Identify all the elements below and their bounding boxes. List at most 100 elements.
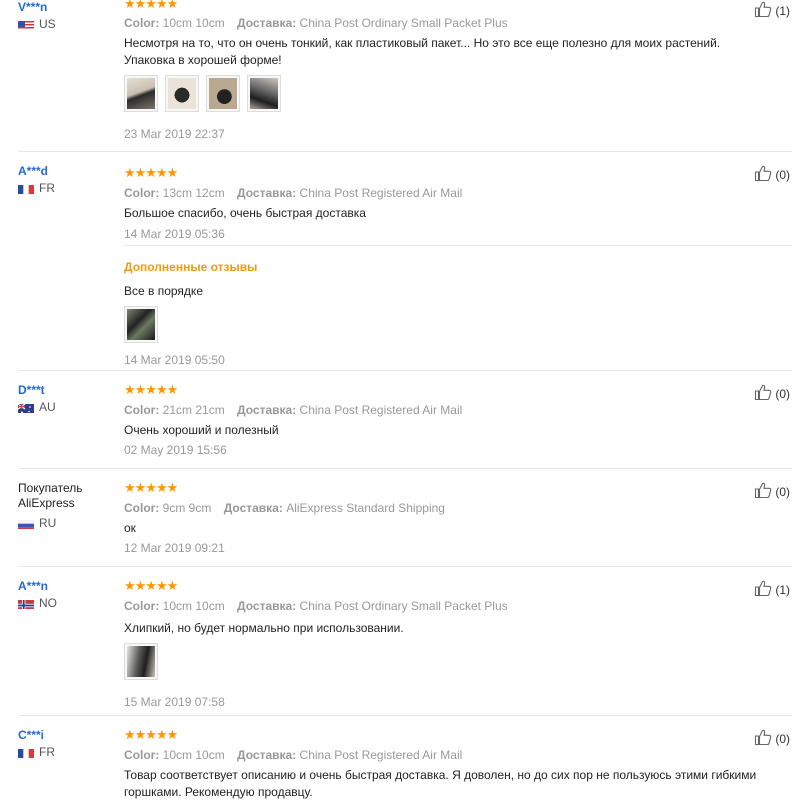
delivery-value: AliExpress Standard Shipping	[286, 501, 445, 515]
color-value: 13cm 12cm	[162, 186, 225, 200]
delivery-label: Доставка:	[237, 16, 297, 30]
review-meta: Color: 10cm 10cm Доставка: China Post Or…	[124, 599, 764, 613]
review-text: ок	[124, 521, 136, 535]
reviewer-name-link[interactable]: A***d	[18, 164, 114, 178]
review-text: Хлипкий, но будет нормально при использо…	[124, 621, 404, 635]
review-divider	[18, 566, 792, 567]
review-date: 15 Mar 2019 07:58	[124, 695, 225, 709]
reviewer-info: A***n NO	[18, 579, 114, 610]
helpful-count: (0)	[775, 386, 790, 401]
review-photos	[124, 643, 764, 680]
reviewer-name: Покупатель AliExpress	[18, 481, 83, 510]
additional-review-text: Все в порядке	[124, 284, 203, 298]
country-code: RU	[39, 516, 57, 530]
review-date: 12 Mar 2019 09:21	[124, 541, 225, 555]
reviewer-country: AU	[18, 400, 114, 414]
rating-stars: ★★★★★	[124, 578, 178, 593]
review-content: ★★★★★ Color: 10cm 10cm Доставка: China P…	[124, 579, 764, 709]
country-code: FR	[39, 181, 55, 195]
thumbs-up-icon	[754, 0, 775, 21]
helpful-count: (1)	[775, 3, 790, 18]
review-divider	[18, 370, 792, 371]
review-date: 14 Mar 2019 05:36	[124, 227, 225, 241]
review-text: Несмотря на то, что он очень тонкий, как…	[124, 36, 721, 67]
country-code: FR	[39, 745, 55, 759]
color-label: Color:	[124, 748, 160, 762]
helpful-count: (0)	[775, 484, 790, 499]
review-divider	[18, 715, 792, 716]
au-flag-icon	[18, 402, 34, 413]
review-meta: Color: 10cm 10cm Доставка: China Post Or…	[124, 16, 764, 30]
country-code: AU	[39, 400, 56, 414]
helpful-button[interactable]: (0)	[754, 728, 790, 749]
review-date: 02 May 2019 15:56	[124, 443, 227, 457]
rating-stars: ★★★★★	[124, 382, 178, 397]
helpful-button[interactable]: (0)	[754, 481, 790, 502]
delivery-value: China Post Registered Air Mail	[299, 186, 463, 200]
reviewer-info: A***d FR	[18, 164, 114, 195]
helpful-button[interactable]: (0)	[754, 164, 790, 185]
thumbs-up-icon	[754, 481, 775, 502]
reviewer-info: Покупатель AliExpress RU	[18, 481, 114, 530]
delivery-value: China Post Registered Air Mail	[299, 748, 463, 762]
review-text: Товар соответствует описанию и очень быс…	[124, 768, 757, 799]
helpful-button[interactable]: (0)	[754, 383, 790, 404]
review-meta: Color: 9cm 9cm Доставка: AliExpress Stan…	[124, 501, 764, 515]
reviewer-country: US	[18, 17, 114, 31]
thumbs-up-icon	[754, 579, 775, 600]
review-text: Очень хороший и полезный	[124, 423, 279, 437]
delivery-value: China Post Ordinary Small Packet Plus	[299, 16, 508, 30]
review-photo-thumbnail[interactable]	[206, 75, 240, 112]
color-label: Color:	[124, 186, 160, 200]
review-content: ★★★★★ Color: 10cm 10cm Доставка: China P…	[124, 728, 764, 801]
reviewer-info: D***t AU	[18, 383, 114, 414]
color-value: 9cm 9cm	[162, 501, 212, 515]
thumbs-up-icon	[754, 383, 775, 404]
no-flag-icon	[18, 598, 34, 609]
additional-review-date: 14 Mar 2019 05:50	[124, 353, 225, 367]
review-photos	[124, 75, 764, 112]
delivery-label: Доставка:	[237, 599, 297, 613]
us-flag-icon	[18, 19, 34, 30]
review-content: ★★★★★ Color: 9cm 9cm Доставка: AliExpres…	[124, 481, 764, 556]
additional-reviews-heading: Дополненные отзывы	[124, 260, 258, 274]
delivery-label: Доставка:	[223, 501, 283, 515]
reviewer-name-link[interactable]: A***n	[18, 579, 114, 593]
helpful-button[interactable]: (1)	[754, 0, 790, 21]
country-code: NO	[39, 596, 57, 610]
review-meta: Color: 10cm 10cm Доставка: China Post Re…	[124, 748, 764, 762]
thumbs-up-icon	[754, 728, 775, 749]
color-label: Color:	[124, 403, 160, 417]
review-photo-thumbnail[interactable]	[165, 75, 199, 112]
review-content: ★★★★★ Color: 10cm 10cm Доставка: China P…	[124, 0, 764, 141]
review-photo-thumbnail[interactable]	[124, 643, 158, 680]
reviewer-country: FR	[18, 745, 114, 759]
color-label: Color:	[124, 16, 160, 30]
color-label: Color:	[124, 501, 160, 515]
color-label: Color:	[124, 599, 160, 613]
color-value: 10cm 10cm	[162, 16, 225, 30]
reviewer-country: RU	[18, 516, 114, 530]
additional-review-divider	[124, 245, 792, 246]
color-value: 21cm 21cm	[162, 403, 225, 417]
reviewer-name-link[interactable]: V***n	[18, 0, 114, 14]
review-photo-thumbnail[interactable]	[247, 75, 281, 112]
reviewer-info: C***i FR	[18, 728, 114, 759]
review-content: ★★★★★ Color: 13cm 12cm Доставка: China P…	[124, 166, 764, 367]
review-text: Большое спасибо, очень быстрая доставка	[124, 206, 366, 220]
rating-stars: ★★★★★	[124, 165, 178, 180]
delivery-label: Доставка:	[237, 748, 297, 762]
reviewer-name-link[interactable]: C***i	[18, 728, 114, 742]
color-value: 10cm 10cm	[162, 748, 225, 762]
review-photo-thumbnail[interactable]	[124, 75, 158, 112]
reviewer-info: V***n US	[18, 0, 114, 31]
review-photo-thumbnail[interactable]	[124, 306, 158, 343]
thumbs-up-icon	[754, 164, 775, 185]
review-divider	[18, 151, 792, 152]
delivery-value: China Post Registered Air Mail	[299, 403, 463, 417]
review-content: ★★★★★ Color: 21cm 21cm Доставка: China P…	[124, 382, 764, 458]
rating-stars: ★★★★★	[124, 727, 178, 742]
reviewer-country: NO	[18, 596, 114, 610]
reviewer-name-link[interactable]: D***t	[18, 383, 114, 397]
helpful-button[interactable]: (1)	[754, 579, 790, 600]
